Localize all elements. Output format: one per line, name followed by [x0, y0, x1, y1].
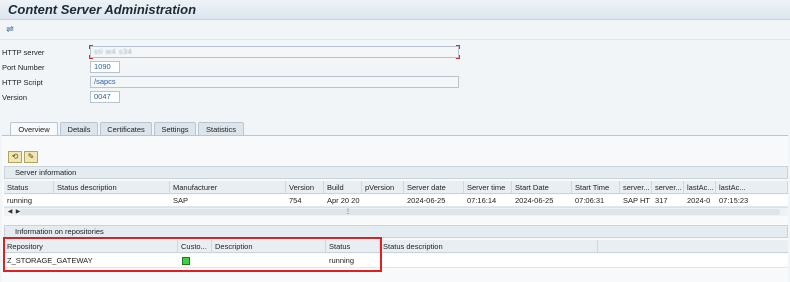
port-number-label: Port Number — [2, 63, 45, 72]
scrollbar-thumb[interactable] — [20, 209, 780, 215]
tab-details[interactable]: Details — [60, 122, 98, 136]
focus-corner — [89, 55, 93, 59]
page-title: Content Server Administration — [8, 2, 197, 17]
edit-button[interactable]: ✎ — [24, 151, 38, 163]
col-repo-status-description[interactable]: Status description — [380, 240, 598, 253]
col-manufacturer[interactable]: Manufacturer — [170, 181, 286, 194]
http-script-field[interactable]: /sapcs — [90, 76, 459, 88]
tab-settings[interactable]: Settings — [154, 122, 196, 136]
col-build[interactable]: Build — [324, 181, 362, 194]
refresh-button[interactable]: ⟲ — [8, 151, 22, 163]
cell-server-b: 317 — [655, 196, 668, 205]
col-start-date[interactable]: Start Date — [512, 181, 572, 194]
col-filler — [598, 240, 788, 253]
scroll-left-icon[interactable]: ◀ — [6, 208, 14, 216]
execute-icon[interactable]: ⇌ — [4, 24, 16, 35]
cell-status-description — [54, 195, 170, 207]
port-number-field[interactable]: 1090 — [90, 61, 120, 73]
col-start-time[interactable]: Start Time — [572, 181, 620, 194]
col-pversion[interactable]: pVersion — [362, 181, 404, 194]
version-label: Version — [2, 93, 28, 102]
col-status[interactable]: Status — [4, 181, 54, 194]
cell-start-date: 2024-06-25 — [515, 196, 554, 205]
tab-statistics[interactable]: Statistics — [198, 122, 244, 136]
horizontal-scrollbar[interactable]: ◀ ▶ ⋮ — [4, 207, 788, 216]
col-server-b[interactable]: server... — [652, 181, 684, 194]
cell-server-time: 07:16:14 — [467, 196, 497, 205]
title-bar: Content Server Administration — [0, 0, 790, 20]
focus-corner — [89, 45, 93, 49]
cell-last-ac-a: 2024-0 — [687, 196, 711, 205]
cell-start-time: 07:06:31 — [575, 196, 605, 205]
http-script-label: HTTP Script — [2, 78, 43, 87]
cell-server-date: 2024-06-25 — [407, 196, 446, 205]
server-info-grid-header: Status Status description Manufacturer V… — [4, 181, 788, 194]
cell-manufacturer: SAP — [173, 196, 189, 205]
col-server-a[interactable]: server... — [620, 181, 652, 194]
col-version[interactable]: Version — [286, 181, 324, 194]
scroll-grip-icon: ⋮ — [345, 209, 351, 215]
cell-server-a: SAP HT — [623, 196, 650, 205]
version-field[interactable]: 0047 — [90, 91, 120, 103]
refresh-icon: ⟲ — [11, 152, 19, 161]
highlight-annotation — [3, 237, 382, 272]
focus-corner — [456, 55, 460, 59]
http-server-field[interactable]: sti w4 s34 — [90, 46, 459, 58]
focus-corner — [456, 45, 460, 49]
cell-build: Apr 20 20 — [327, 196, 360, 205]
col-server-time[interactable]: Server time — [464, 181, 512, 194]
cell-last-ac-b: 07:15:23 — [719, 196, 749, 205]
col-status-description[interactable]: Status description — [54, 181, 170, 194]
col-server-date[interactable]: Server date — [404, 181, 464, 194]
cell-repo-status-description — [380, 254, 598, 268]
edit-icon: ✎ — [27, 152, 35, 161]
tab-certificates[interactable]: Certificates — [100, 122, 152, 136]
table-row[interactable]: running SAP 754 Apr 20 20 2024-06-25 07:… — [4, 195, 788, 207]
col-last-ac-b[interactable]: lastAc... — [716, 181, 788, 194]
col-last-ac-a[interactable]: lastAc... — [684, 181, 716, 194]
cell-pversion — [362, 195, 404, 207]
http-server-label: HTTP server — [2, 48, 45, 57]
server-info-header: Server information — [4, 166, 788, 179]
toolbar: ⇌ — [0, 20, 790, 40]
cell-status: running — [7, 196, 33, 205]
cell-version: 754 — [289, 196, 302, 205]
